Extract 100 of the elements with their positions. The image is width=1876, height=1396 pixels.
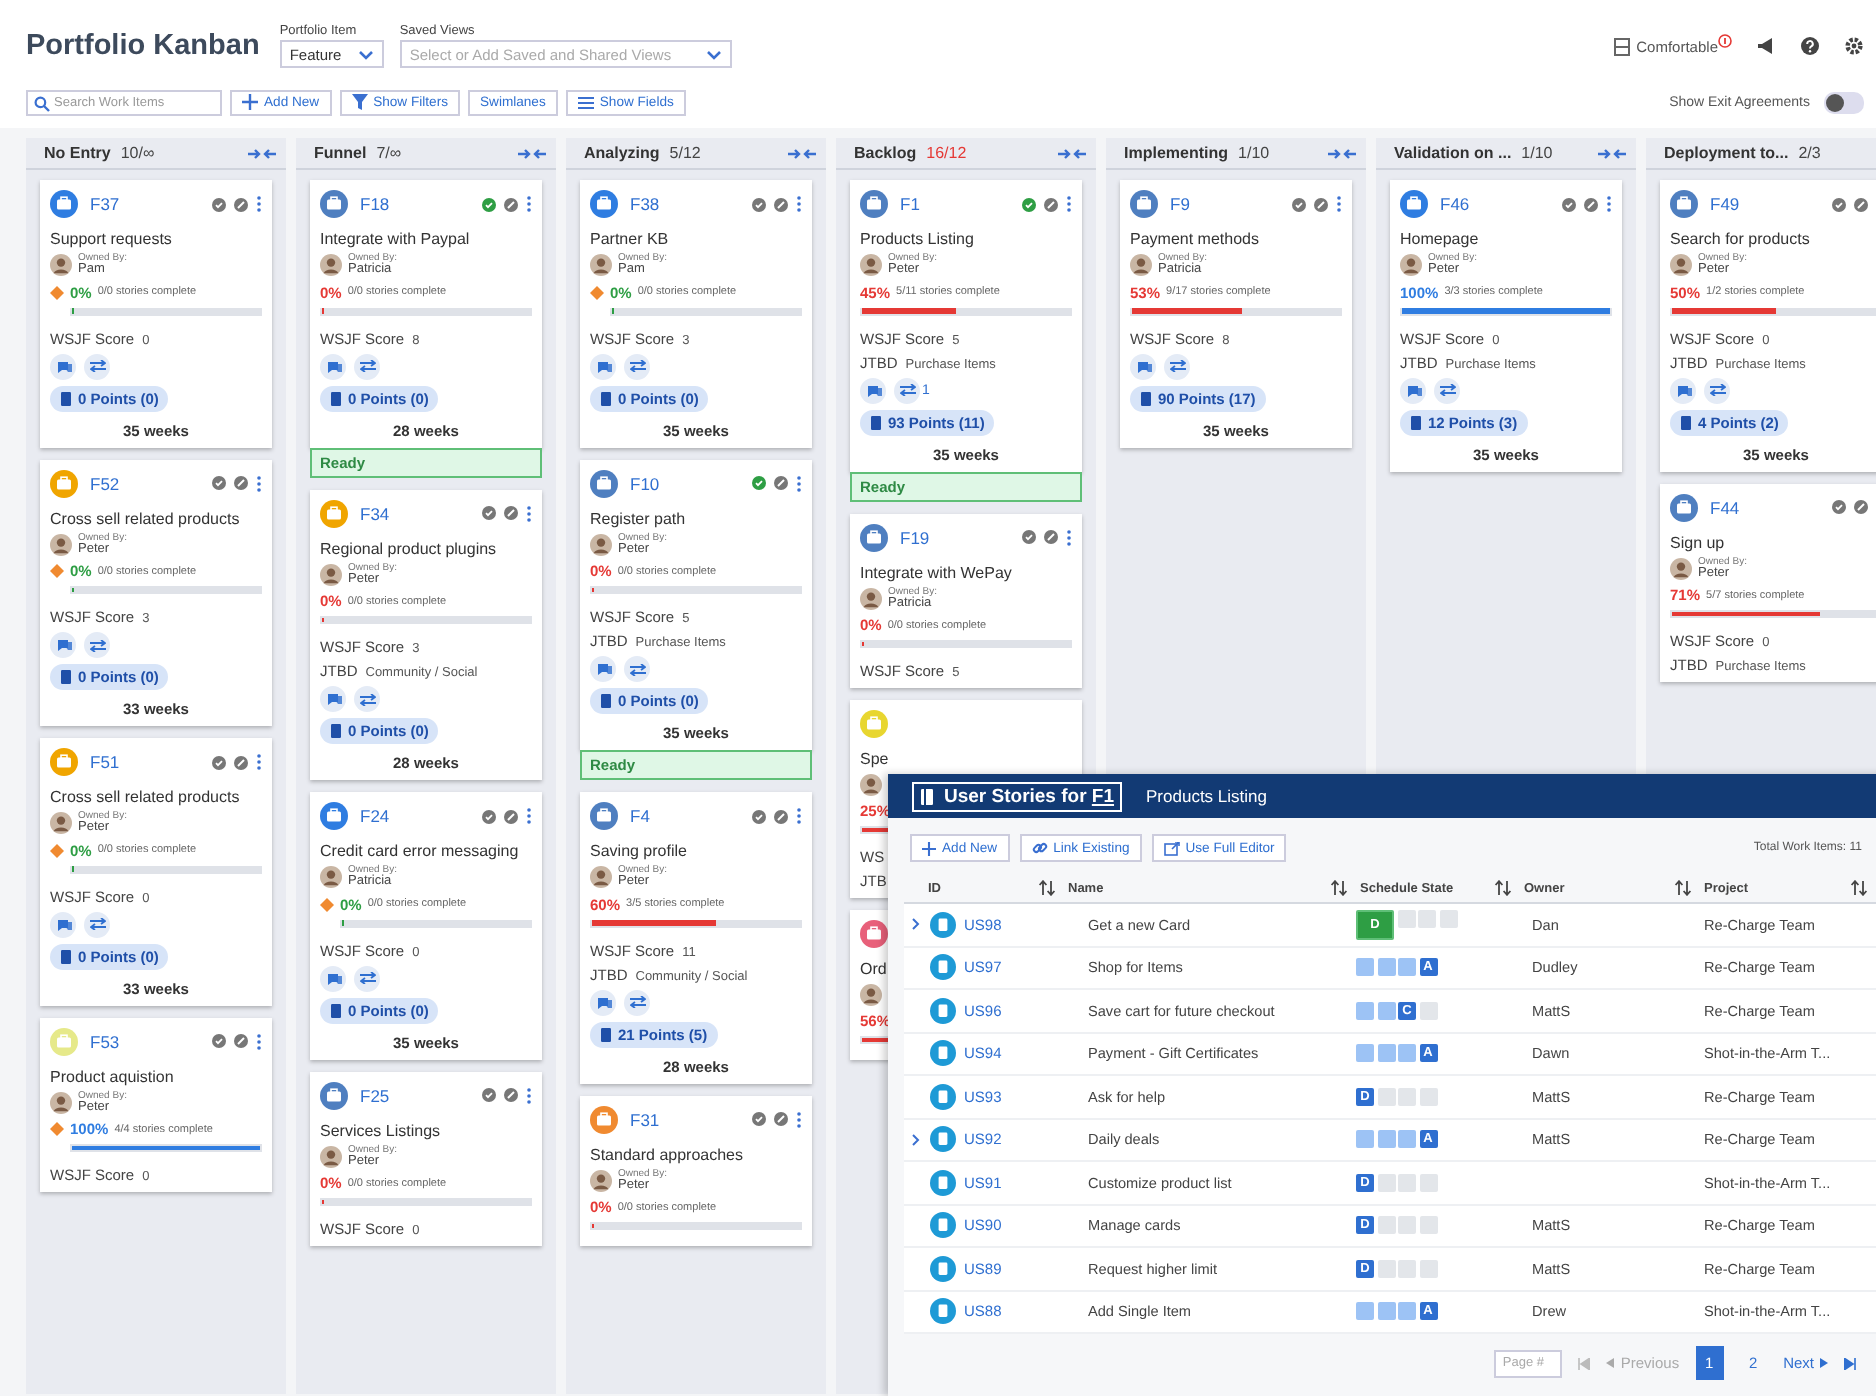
feature-id-link[interactable]: F38 xyxy=(630,194,660,214)
discussion-icon[interactable] xyxy=(1400,377,1426,403)
avatar-icon xyxy=(1670,254,1692,277)
dependencies-icon[interactable] xyxy=(1704,377,1730,403)
collapse-icon[interactable] xyxy=(518,147,546,159)
dependencies-icon[interactable] xyxy=(354,686,380,712)
collapse-icon[interactable] xyxy=(1328,147,1356,159)
dependencies-icon[interactable] xyxy=(84,911,110,937)
more-icon[interactable] xyxy=(1336,196,1342,212)
sort-icon[interactable] xyxy=(1850,880,1868,896)
feature-id-link[interactable]: F52 xyxy=(90,473,120,493)
page-title: Portfolio Kanban xyxy=(26,30,260,62)
dependencies-icon[interactable] xyxy=(624,989,650,1015)
book-icon xyxy=(60,670,72,684)
dependencies-icon[interactable] xyxy=(624,353,650,379)
feature-id-link[interactable]: F31 xyxy=(630,1109,660,1129)
dependencies-icon[interactable] xyxy=(84,353,110,379)
avatar-icon xyxy=(1670,557,1692,580)
feature-id-link[interactable]: F4 xyxy=(630,806,650,826)
collapse-icon[interactable] xyxy=(1058,147,1086,159)
collapse-icon[interactable] xyxy=(1598,147,1626,159)
discussion-icon[interactable] xyxy=(50,353,76,379)
wip-count: 2/3 xyxy=(1798,144,1821,162)
more-icon[interactable] xyxy=(526,505,532,521)
discussion-icon[interactable] xyxy=(320,353,346,379)
feature-id-link[interactable]: F44 xyxy=(1710,497,1740,517)
sort-icon[interactable] xyxy=(1674,880,1692,896)
feature-id-link[interactable]: F34 xyxy=(360,503,390,523)
panel-subtitle: Products Listing xyxy=(1146,786,1267,806)
dependencies-icon[interactable] xyxy=(1434,377,1460,403)
last-page-icon[interactable] xyxy=(1844,1357,1856,1369)
discussion-icon[interactable] xyxy=(320,686,346,712)
sort-icon[interactable] xyxy=(1330,880,1348,896)
collapse-icon[interactable] xyxy=(248,147,276,159)
feature-id-link[interactable]: F24 xyxy=(360,806,390,826)
feature-id-link[interactable]: F51 xyxy=(90,752,120,772)
expand-caret-icon[interactable] xyxy=(912,918,920,931)
sort-icon[interactable] xyxy=(1038,880,1056,896)
discussion-icon[interactable] xyxy=(320,965,346,991)
blocked-icon xyxy=(234,1034,248,1048)
exit-agreements-toggle[interactable] xyxy=(1824,91,1864,113)
dependencies-icon[interactable] xyxy=(354,353,380,379)
more-icon[interactable] xyxy=(256,196,262,212)
more-icon[interactable] xyxy=(796,475,802,491)
dependencies-icon[interactable] xyxy=(624,656,650,682)
collapse-icon[interactable] xyxy=(788,147,816,159)
discussion-icon[interactable] xyxy=(50,632,76,658)
more-icon[interactable] xyxy=(796,808,802,824)
sort-icon[interactable] xyxy=(1494,880,1512,896)
discussion-icon[interactable] xyxy=(50,911,76,937)
feature-id-link[interactable]: F10 xyxy=(630,473,660,493)
column-title: Deployment to... xyxy=(1664,144,1789,162)
dependencies-icon[interactable] xyxy=(894,377,920,403)
blocked-icon xyxy=(1854,197,1868,211)
card-title: Integrate with Paypal xyxy=(320,230,470,248)
avatar-icon xyxy=(590,1169,612,1192)
search-icon xyxy=(34,95,50,111)
discussion-icon[interactable] xyxy=(590,989,616,1015)
feature-id-link[interactable]: F19 xyxy=(900,527,930,547)
more-icon[interactable] xyxy=(1606,196,1612,212)
dependencies-icon[interactable] xyxy=(84,632,110,658)
more-icon[interactable] xyxy=(526,1087,532,1103)
more-icon[interactable] xyxy=(526,196,532,212)
feature-id-link[interactable]: F49 xyxy=(1710,194,1740,214)
feature-id-link[interactable]: F25 xyxy=(360,1085,390,1105)
blocked-icon xyxy=(774,197,788,211)
settings-icon[interactable] xyxy=(1844,36,1864,56)
discussion-icon[interactable] xyxy=(860,377,886,403)
dependencies-icon[interactable] xyxy=(354,965,380,991)
more-icon[interactable] xyxy=(526,808,532,824)
feature-id-link[interactable]: F46 xyxy=(1440,194,1470,214)
discussion-icon[interactable] xyxy=(1130,353,1156,379)
megaphone-icon[interactable] xyxy=(1756,36,1776,56)
dependencies-icon[interactable] xyxy=(1164,353,1190,379)
help-icon[interactable] xyxy=(1800,36,1820,56)
more-icon[interactable] xyxy=(796,196,802,212)
discussion-icon[interactable] xyxy=(590,353,616,379)
book-icon xyxy=(870,415,882,429)
more-icon[interactable] xyxy=(1066,196,1072,212)
more-icon[interactable] xyxy=(256,754,262,770)
feature-id-link[interactable]: F1 xyxy=(900,194,920,214)
more-icon[interactable] xyxy=(256,1033,262,1049)
feature-id-link[interactable]: F53 xyxy=(90,1031,120,1051)
avatar-icon xyxy=(590,866,612,889)
feature-id-link[interactable]: F9 xyxy=(1170,194,1190,214)
more-icon[interactable] xyxy=(796,1111,802,1127)
avatar-icon xyxy=(320,563,342,586)
expand-caret-icon[interactable] xyxy=(912,1133,920,1146)
discussion-icon[interactable] xyxy=(590,656,616,682)
blocked-icon xyxy=(504,809,518,823)
card-title: Sign up xyxy=(1670,533,1725,551)
feature-id-link[interactable]: F18 xyxy=(360,194,390,214)
feature-id-link[interactable]: F37 xyxy=(90,194,120,214)
column-title: Funnel xyxy=(314,144,367,162)
more-icon[interactable] xyxy=(1066,529,1072,545)
discussion-icon[interactable] xyxy=(1670,377,1696,403)
wip-count: 1/10 xyxy=(1238,144,1270,162)
more-icon[interactable] xyxy=(256,475,262,491)
card-title: Saving profile xyxy=(590,842,687,860)
card-title: Integrate with WePay xyxy=(860,563,1012,581)
